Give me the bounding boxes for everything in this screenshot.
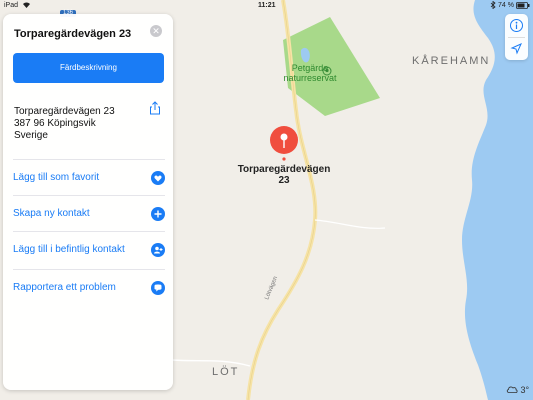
plus-icon <box>151 207 165 221</box>
status-bar: iPad 136 11:21 74 % <box>0 0 533 17</box>
wifi-icon <box>22 1 31 11</box>
pin-label-line2: 23 <box>278 175 290 186</box>
close-button[interactable]: ✕ <box>150 25 162 37</box>
info-icon <box>510 19 523 32</box>
action-create-contact[interactable]: Skapa ny kontakt <box>13 195 165 232</box>
place-card: Torparegärdevägen 23 ✕ Färdbeskrivning T… <box>3 14 173 390</box>
address-line: Torparegärdevägen 23 <box>14 106 115 117</box>
action-add-favorite[interactable]: Lägg till som favorit <box>13 159 165 196</box>
battery-icon <box>516 2 530 11</box>
action-report-problem[interactable]: Rapportera ett problem <box>13 269 165 306</box>
location-button[interactable] <box>509 41 524 56</box>
action-label: Rapportera ett problem <box>13 282 116 293</box>
place-label-karehamn: KÅREHAMN <box>412 55 491 67</box>
device-name: iPad <box>4 2 19 9</box>
directions-button[interactable]: Färdbeskrivning <box>13 53 164 83</box>
add-contact-icon <box>151 243 165 257</box>
share-icon[interactable] <box>148 101 162 115</box>
clock: 11:21 <box>258 2 276 9</box>
info-button[interactable] <box>509 18 524 33</box>
pin-label-line1: Torparegärdevägen <box>237 164 331 175</box>
park-name-line1: Petgärde <box>291 63 329 73</box>
pin-place-label: Torparegärdevägen 23 <box>234 164 334 186</box>
temperature: 3° <box>520 385 530 395</box>
action-add-to-contact[interactable]: Lägg till i befintlig kontakt <box>13 231 165 268</box>
address-block[interactable]: Torparegärdevägen 23 387 96 Köpingsvik S… <box>14 106 115 142</box>
action-label: Skapa ny kontakt <box>13 208 90 219</box>
location-arrow-icon <box>510 43 522 55</box>
speech-bubble-icon <box>151 281 165 295</box>
park-name-label: Petgärde naturreservat <box>278 63 342 83</box>
bluetooth-icon <box>490 0 496 11</box>
controls-divider <box>508 37 525 38</box>
pin-anchor <box>282 157 286 161</box>
action-label: Lägg till som favorit <box>13 172 100 183</box>
park-name-line2: naturreservat <box>283 73 337 83</box>
address-line: Sverige <box>14 130 48 141</box>
place-title: Torparegärdevägen 23 <box>14 28 132 40</box>
place-label-lot: LÖT <box>212 366 240 378</box>
close-icon: ✕ <box>152 26 160 36</box>
action-label: Lägg till i befintlig kontakt <box>13 244 125 255</box>
battery-percent: 74 % <box>498 2 514 9</box>
weather-indicator: 3° <box>506 385 529 395</box>
cloud-icon <box>506 385 521 395</box>
map-controls <box>505 14 528 60</box>
address-line: 387 96 Köpingsvik <box>14 118 96 129</box>
heart-icon <box>151 171 165 185</box>
